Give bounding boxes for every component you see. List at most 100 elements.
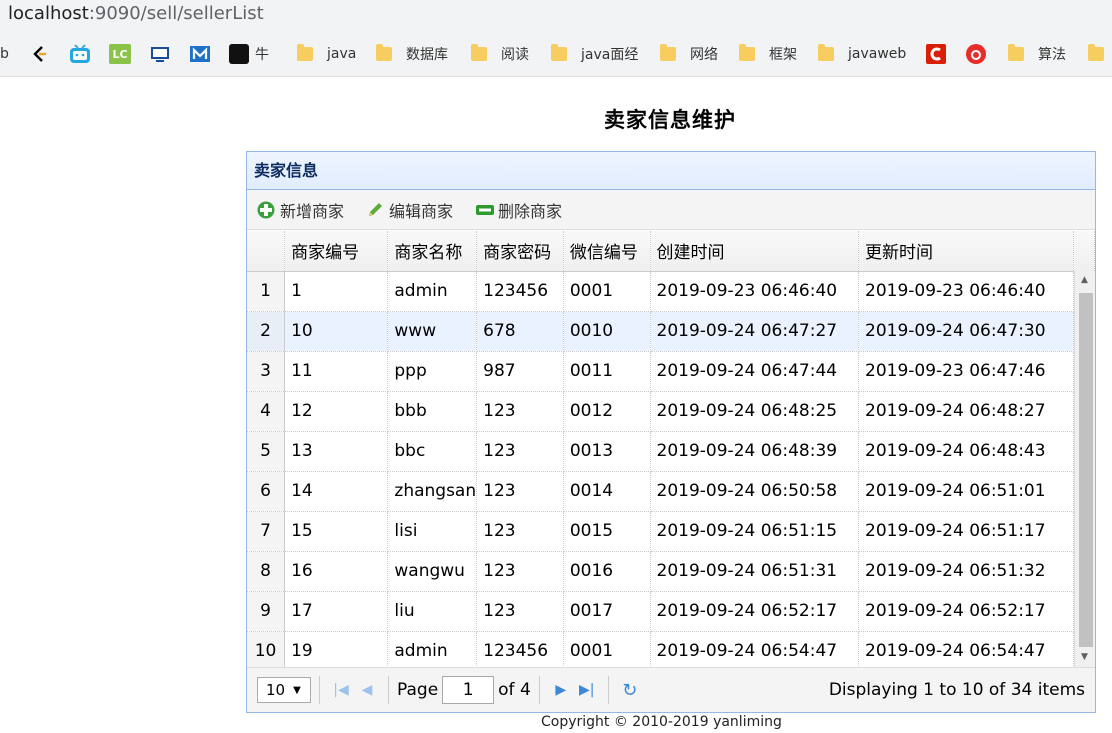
table-cell[interactable]: 123 [476, 511, 564, 552]
column-header[interactable]: 商家编号 [284, 231, 389, 272]
m-logo-icon[interactable] [189, 43, 211, 65]
table-cell[interactable]: 0015 [563, 511, 651, 552]
table-row[interactable]: 6 14 zhangsan 123 0014 2019-09-24 06:50:58 201… [247, 471, 1095, 512]
table-cell[interactable]: 123 [476, 591, 564, 632]
table-cell[interactable]: lisi [387, 511, 478, 552]
table-cell[interactable]: 2019-09-24 06:51:32 [858, 551, 1075, 592]
bookmark-b[interactable]: b [0, 43, 9, 65]
last-page-icon[interactable]: ▶| [574, 682, 600, 698]
table-cell[interactable]: admin [387, 631, 478, 668]
table-cell[interactable]: 123456 [476, 271, 564, 312]
table-cell[interactable]: 0001 [563, 271, 651, 312]
leetcode-icon[interactable] [30, 43, 50, 65]
table-cell[interactable]: 10 [284, 311, 389, 352]
table-cell[interactable]: 2019-09-24 06:51:31 [650, 551, 860, 592]
column-header[interactable]: 商家名称 [387, 231, 478, 272]
table-cell[interactable]: zhangsan [387, 471, 478, 512]
table-cell[interactable]: 2019-09-24 06:54:47 [858, 631, 1075, 668]
table-cell[interactable]: 1 [284, 271, 389, 312]
lc-icon[interactable]: LC [109, 43, 131, 65]
table-cell[interactable]: 2019-09-24 06:52:17 [650, 591, 860, 632]
table-cell[interactable]: wangwu [387, 551, 478, 592]
table-row[interactable]: 9 17 liu 123 0017 2019-09-24 06:52:17 2019-09-… [247, 591, 1095, 632]
table-row[interactable]: 5 13 bbc 123 0013 2019-09-24 06:48:39 2019-09-… [247, 431, 1095, 472]
table-cell[interactable]: 2019-09-24 06:47:30 [858, 311, 1075, 352]
bilibili-icon[interactable] [69, 43, 91, 65]
table-cell[interactable]: 19 [284, 631, 389, 668]
table-cell[interactable]: 2019-09-24 06:51:17 [858, 511, 1075, 552]
bookmark-java[interactable]: java [297, 43, 356, 65]
table-cell[interactable]: 2019-09-24 06:50:58 [650, 471, 860, 512]
table-cell[interactable]: 2019-09-23 06:47:46 [858, 351, 1075, 392]
table-cell[interactable]: 987 [476, 351, 564, 392]
bookmark-database[interactable]: 数据库 [376, 43, 448, 65]
table-cell[interactable]: 17 [284, 591, 389, 632]
table-cell[interactable]: 123 [476, 391, 564, 432]
bookmark-overflow[interactable] [1088, 43, 1112, 65]
table-cell[interactable]: 0017 [563, 591, 651, 632]
scrollbar-thumb[interactable] [1079, 293, 1093, 647]
table-row[interactable]: 4 12 bbb 123 0012 2019-09-24 06:48:25 2019-09-… [247, 391, 1095, 432]
table-cell[interactable]: 2019-09-23 06:46:40 [650, 271, 860, 312]
bookmark-framework[interactable]: 框架 [739, 43, 797, 65]
table-cell[interactable]: 678 [476, 311, 564, 352]
table-cell[interactable]: 0016 [563, 551, 651, 592]
table-cell[interactable]: www [387, 311, 478, 352]
table-cell[interactable]: 14 [284, 471, 389, 512]
table-cell[interactable]: 2019-09-23 06:46:40 [858, 271, 1075, 312]
table-cell[interactable]: 2019-09-24 06:54:47 [650, 631, 860, 668]
table-cell[interactable]: 123 [476, 431, 564, 472]
csdn-icon[interactable] [925, 43, 947, 65]
table-row[interactable]: 10 19 admin 123456 0001 2019-09-24 06:54:47 20… [247, 631, 1095, 668]
column-header[interactable]: 创建时间 [650, 231, 860, 272]
scroll-down-icon[interactable]: ▼ [1081, 652, 1088, 662]
table-cell[interactable]: 15 [284, 511, 389, 552]
next-page-icon[interactable]: ▶ [548, 682, 574, 698]
table-cell[interactable]: 2019-09-24 06:48:25 [650, 391, 860, 432]
column-header[interactable]: 更新时间 [858, 231, 1075, 272]
table-row[interactable]: 1 1 admin 123456 0001 2019-09-23 06:46:40 2019… [247, 271, 1095, 312]
netease-music-icon[interactable] [965, 43, 987, 65]
table-cell[interactable]: admin [387, 271, 478, 312]
bookmark-reading[interactable]: 阅读 [471, 43, 529, 65]
table-row[interactable]: 2 10 www 678 0010 2019-09-24 06:47:27 2019-09-… [247, 311, 1095, 352]
table-cell[interactable]: 2019-09-24 06:47:44 [650, 351, 860, 392]
table-cell[interactable]: ppp [387, 351, 478, 392]
table-cell[interactable]: bbb [387, 391, 478, 432]
address-bar[interactable]: localhost:9090/sell/sellerList [0, 0, 1112, 31]
table-cell[interactable]: 123456 [476, 631, 564, 668]
bookmark-network[interactable]: 网络 [660, 43, 718, 65]
bookmark-niu[interactable]: 牛 [229, 43, 269, 65]
vertical-scrollbar[interactable]: ▲ ▼ [1074, 271, 1095, 668]
table-cell[interactable]: 0011 [563, 351, 651, 392]
page-size-select[interactable]: 10 ▼ [257, 677, 311, 703]
bookmark-javaweb[interactable]: javaweb [818, 43, 906, 65]
code-monitor-icon[interactable] [149, 43, 171, 65]
table-cell[interactable]: 16 [284, 551, 389, 592]
table-cell[interactable]: 2019-09-24 06:48:43 [858, 431, 1075, 472]
table-cell[interactable]: 2019-09-24 06:48:39 [650, 431, 860, 472]
table-row[interactable]: 7 15 lisi 123 0015 2019-09-24 06:51:15 2019-09… [247, 511, 1095, 552]
scroll-up-icon[interactable]: ▲ [1081, 275, 1088, 285]
prev-page-icon[interactable]: ◀ [354, 682, 380, 698]
table-cell[interactable]: 2019-09-24 06:52:17 [858, 591, 1075, 632]
edit-seller-button[interactable]: 编辑商家 [366, 198, 453, 222]
table-cell[interactable]: liu [387, 591, 478, 632]
page-number-input[interactable] [442, 676, 495, 704]
table-cell[interactable]: 123 [476, 551, 564, 592]
column-header[interactable]: 商家密码 [476, 231, 564, 272]
table-cell[interactable]: 0010 [563, 311, 651, 352]
table-cell[interactable]: bbc [387, 431, 478, 472]
table-cell[interactable]: 0014 [563, 471, 651, 512]
table-cell[interactable]: 0013 [563, 431, 651, 472]
table-cell[interactable]: 2019-09-24 06:48:27 [858, 391, 1075, 432]
table-cell[interactable]: 2019-09-24 06:47:27 [650, 311, 860, 352]
refresh-icon[interactable]: ↻ [617, 680, 643, 701]
table-cell[interactable]: 12 [284, 391, 389, 432]
table-row[interactable]: 3 11 ppp 987 0011 2019-09-24 06:47:44 2019-09-… [247, 351, 1095, 392]
table-row[interactable]: 8 16 wangwu 123 0016 2019-09-24 06:51:31 2019-… [247, 551, 1095, 592]
table-cell[interactable]: 11 [284, 351, 389, 392]
bookmark-java-interview[interactable]: java面经 [551, 43, 638, 65]
table-cell[interactable]: 13 [284, 431, 389, 472]
add-seller-button[interactable]: 新增商家 [257, 198, 344, 222]
